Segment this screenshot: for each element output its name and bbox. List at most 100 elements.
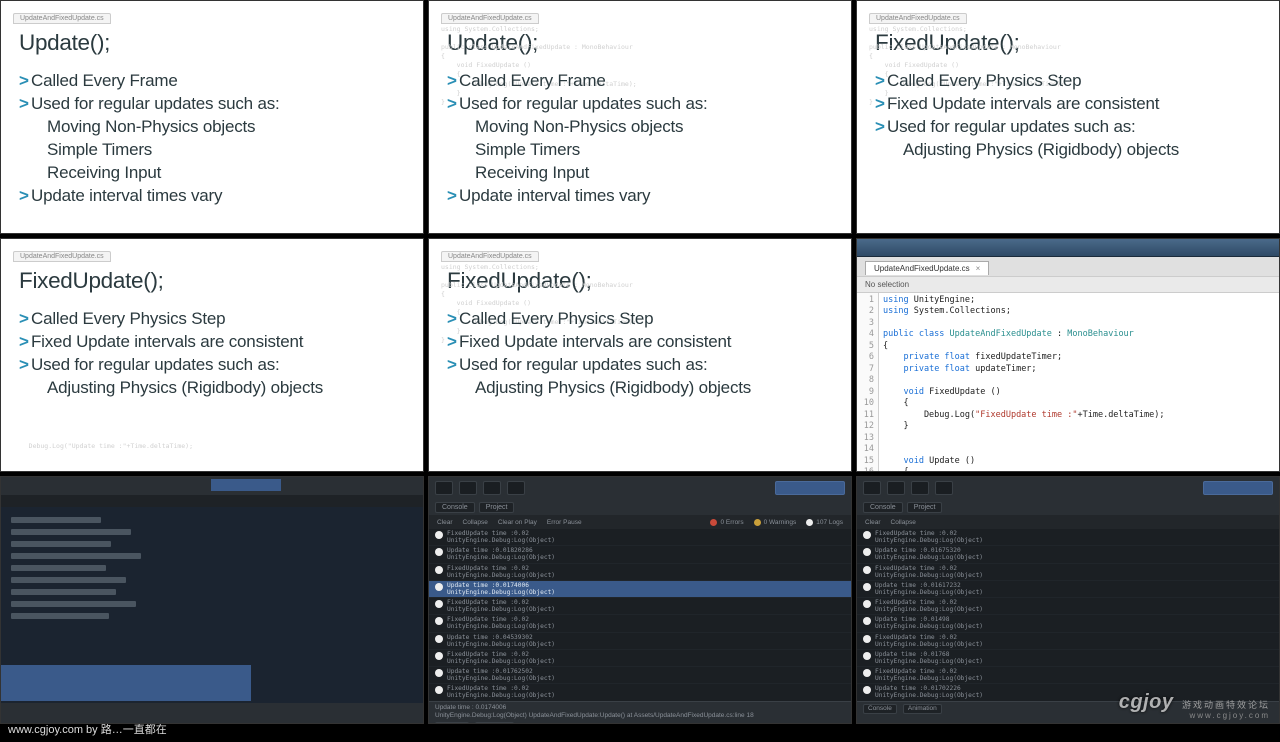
info-icon: [435, 617, 443, 625]
info-icon: [863, 600, 871, 608]
clear-on-play-toggle[interactable]: Clear on Play: [498, 519, 537, 526]
log-row[interactable]: FixedUpdate time :0.02 UnityEngine.Debug…: [429, 564, 851, 581]
log-row[interactable]: Update time :0.01675320 UnityEngine.Debu…: [857, 546, 1279, 563]
log-row[interactable]: FixedUpdate time :0.02 UnityEngine.Debug…: [429, 650, 851, 667]
hand-tool-icon[interactable]: [863, 481, 881, 495]
thumbnail-grid: UpdateAndFixedUpdate.cs Update(); Called…: [0, 0, 1280, 720]
play-controls[interactable]: [1203, 481, 1273, 495]
move-tool-icon[interactable]: [887, 481, 905, 495]
tab-console-bottom[interactable]: Console: [435, 722, 469, 724]
info-icon: [863, 548, 871, 556]
editor-titlebar: [857, 239, 1279, 257]
bullet-list: Called Every Frame Used for regular upda…: [19, 70, 413, 208]
file-tab: UpdateAndFixedUpdate.cs: [13, 251, 111, 262]
clear-button[interactable]: Clear: [437, 519, 453, 526]
log-row[interactable]: Update time :0.01762502 UnityEngine.Debu…: [429, 667, 851, 684]
bullet: Moving Non-Physics objects: [447, 116, 841, 139]
info-icon: [435, 548, 443, 556]
editor-tab[interactable]: UpdateAndFixedUpdate.cs×: [865, 261, 989, 275]
slide-title: FixedUpdate();: [447, 268, 841, 294]
warning-count[interactable]: 0 Warnings: [754, 519, 797, 526]
collapse-toggle[interactable]: Collapse: [463, 519, 488, 526]
info-icon: [863, 583, 871, 591]
error-count[interactable]: 0 Errors: [710, 519, 743, 526]
console-filters: Clear Collapse: [857, 515, 1279, 529]
code-body[interactable]: 1 2 3 4 5 6 7 8 9 10 11 12 13 14 15 16 1…: [857, 293, 1279, 471]
unity-toolbar: [857, 477, 1279, 499]
panel-tabs: Console Project: [857, 499, 1279, 515]
move-tool-icon[interactable]: [459, 481, 477, 495]
info-icon: [435, 583, 443, 591]
log-row[interactable]: Update time :0.01702226 UnityEngine.Debu…: [857, 684, 1279, 701]
console-detail: Console Animation: [857, 701, 1279, 723]
play-controls[interactable]: [775, 481, 845, 495]
bullet: Called Every Physics Step: [875, 70, 1269, 93]
console-log-list[interactable]: FixedUpdate time :0.02 UnityEngine.Debug…: [857, 529, 1279, 701]
rotate-tool-icon[interactable]: [483, 481, 501, 495]
tab-console-bottom[interactable]: Console: [863, 704, 897, 714]
log-row[interactable]: FixedUpdate time :0.02 UnityEngine.Debug…: [429, 684, 851, 701]
info-icon: [435, 531, 443, 539]
error-pause-toggle[interactable]: Error Pause: [547, 519, 582, 526]
log-row[interactable]: Update time :0.01617232 UnityEngine.Debu…: [857, 581, 1279, 598]
tab-console[interactable]: Console: [863, 502, 903, 513]
clear-button[interactable]: Clear: [865, 519, 881, 526]
log-row[interactable]: FixedUpdate time :0.02 UnityEngine.Debug…: [857, 667, 1279, 684]
slide-title: Update();: [19, 30, 413, 56]
log-row[interactable]: Update time :0.01820286 UnityEngine.Debu…: [429, 546, 851, 563]
log-row[interactable]: Update time :0.04539302 UnityEngine.Debu…: [429, 633, 851, 650]
info-icon: [435, 652, 443, 660]
info-icon: [435, 686, 443, 694]
bullet: Adjusting Physics (Rigidbody) objects: [447, 377, 841, 400]
collapse-toggle[interactable]: Collapse: [891, 519, 916, 526]
scale-tool-icon[interactable]: [507, 481, 525, 495]
log-row[interactable]: Update time :0.01768 UnityEngine.Debug:L…: [857, 650, 1279, 667]
ghost-code: Debug.Log("Update time :"+Time.deltaTime…: [13, 442, 417, 451]
code-lines[interactable]: using UnityEngine; using System.Collecti…: [879, 293, 1279, 471]
console-filters: Clear Collapse Clear on Play Error Pause…: [429, 515, 851, 529]
bullet: Update interval times vary: [447, 185, 841, 208]
log-row[interactable]: FixedUpdate time :0.02 UnityEngine.Debug…: [429, 598, 851, 615]
slide-update-1: UpdateAndFixedUpdate.cs Update(); Called…: [0, 0, 424, 234]
bullet: Used for regular updates such as:: [875, 116, 1269, 139]
log-row[interactable]: FixedUpdate time :0.02 UnityEngine.Debug…: [857, 564, 1279, 581]
bullet: Called Every Frame: [19, 70, 413, 93]
hand-tool-icon[interactable]: [435, 481, 453, 495]
log-row[interactable]: FixedUpdate time :0.02 UnityEngine.Debug…: [857, 633, 1279, 650]
console-log-list[interactable]: FixedUpdate time :0.02 UnityEngine.Debug…: [429, 529, 851, 701]
bullet: Fixed Update intervals are consistent: [19, 331, 413, 354]
tab-animation-bottom[interactable]: Animation: [475, 722, 514, 724]
tab-animation-bottom[interactable]: Animation: [903, 704, 942, 714]
bullet: Used for regular updates such as:: [447, 93, 841, 116]
info-icon: [863, 652, 871, 660]
slide-title: FixedUpdate();: [875, 30, 1269, 56]
close-icon[interactable]: ×: [976, 264, 981, 273]
unity-editor-blurred: [0, 476, 424, 724]
info-icon: [863, 635, 871, 643]
log-row[interactable]: FixedUpdate time :0.02 UnityEngine.Debug…: [429, 615, 851, 632]
slide-fixedupdate-3: UpdateAndFixedUpdate.cs using System.Col…: [428, 238, 852, 472]
bullet: Adjusting Physics (Rigidbody) objects: [19, 377, 413, 400]
log-row[interactable]: FixedUpdate time :0.02 UnityEngine.Debug…: [857, 598, 1279, 615]
bullet: Called Every Frame: [447, 70, 841, 93]
rotate-tool-icon[interactable]: [911, 481, 929, 495]
tab-console[interactable]: Console: [435, 502, 475, 513]
info-icon: [435, 566, 443, 574]
bullet: Fixed Update intervals are consistent: [447, 331, 841, 354]
info-icon: [435, 635, 443, 643]
tab-project[interactable]: Project: [479, 502, 515, 513]
log-row[interactable]: Update time :0.01498 UnityEngine.Debug:L…: [857, 615, 1279, 632]
info-icon: [435, 600, 443, 608]
log-row[interactable]: FixedUpdate time :0.02 UnityEngine.Debug…: [429, 529, 851, 546]
info-icon: [435, 669, 443, 677]
tab-project[interactable]: Project: [907, 502, 943, 513]
log-row[interactable]: FixedUpdate time :0.02 UnityEngine.Debug…: [857, 529, 1279, 546]
log-count[interactable]: 107 Logs: [806, 519, 843, 526]
bullet: Receiving Input: [447, 162, 841, 185]
bullet: Used for regular updates such as:: [447, 354, 841, 377]
bullet-list: Called Every Frame Used for regular upda…: [447, 70, 841, 208]
log-row[interactable]: Update time :0.0174006 UnityEngine.Debug…: [429, 581, 851, 598]
slide-fixedupdate-2: UpdateAndFixedUpdate.cs FixedUpdate(); C…: [0, 238, 424, 472]
scale-tool-icon[interactable]: [935, 481, 953, 495]
bullet-list: Called Every Physics Step Fixed Update i…: [447, 308, 841, 400]
